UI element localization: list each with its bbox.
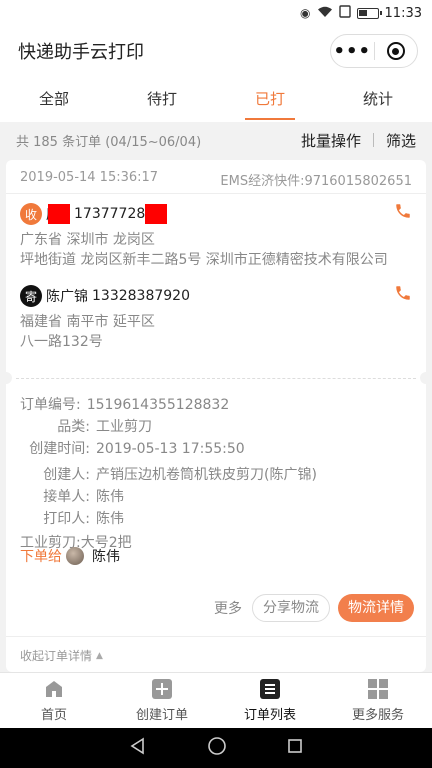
category-label: 品类: xyxy=(57,419,90,435)
order-no: 1519614355128832 xyxy=(86,397,230,413)
home-icon xyxy=(43,678,65,700)
nav-more-services[interactable]: 更多服务 xyxy=(324,673,432,728)
add-icon xyxy=(151,678,173,700)
receiver-badge: 收 xyxy=(20,203,42,225)
order-tabs: 全部 待打 已打 统计 xyxy=(0,76,432,122)
printer: 陈伟 xyxy=(96,511,124,527)
eye-icon: ◉ xyxy=(300,6,311,20)
nav-order-list[interactable]: 订单列表 xyxy=(216,673,324,728)
target-icon xyxy=(386,42,405,60)
assignee-row: 下单给 陈伟 xyxy=(20,546,120,566)
created-label: 创建时间: xyxy=(29,441,90,457)
assignee-name: 陈伟 xyxy=(92,549,120,565)
card-perforation xyxy=(0,372,432,384)
call-receiver-icon[interactable] xyxy=(394,202,412,225)
taker: 陈伟 xyxy=(96,489,124,505)
creator: 产销压边机卷筒机铁皮剪刀(陈广锦) xyxy=(96,467,317,483)
filter-button[interactable]: 筛选 xyxy=(386,130,416,151)
caret-up-icon: ▲ xyxy=(96,650,103,661)
sim-icon xyxy=(338,5,351,21)
list-icon xyxy=(259,678,281,700)
print-time: 2019-05-14 15:36:17 xyxy=(20,170,159,185)
redaction-mark xyxy=(145,204,168,224)
more-options-icon[interactable]: ••• xyxy=(331,41,374,62)
collapse-details-toggle[interactable]: 收起订单详情 ▲ xyxy=(6,636,426,674)
collapse-label: 收起订单详情 xyxy=(20,649,93,663)
order-count: 共 185 条订单 (04/15~06/04) xyxy=(16,134,202,150)
carrier-tracking: EMS经济快件:9716015802651 xyxy=(220,174,412,189)
nav-create-order-label: 创建订单 xyxy=(135,708,188,723)
nav-more-services-label: 更多服务 xyxy=(351,708,404,723)
recents-icon[interactable] xyxy=(287,738,303,758)
created-time: 2019-05-13 17:55:50 xyxy=(96,441,245,457)
tab-all[interactable]: 全部 xyxy=(0,76,108,122)
nav-order-list-label: 订单列表 xyxy=(243,708,296,723)
order-card-header: 2019-05-14 15:36:17 EMS经济快件:971601580265… xyxy=(6,160,426,194)
android-nav-bar xyxy=(0,728,432,768)
sender-badge: 寄 xyxy=(20,285,42,307)
sender-block: 寄 陈广锦 13328387920 福建省 南平市 延平区 八一路132号 xyxy=(20,284,412,352)
share-logistics-button[interactable]: 分享物流 xyxy=(252,594,330,622)
sender-name: 陈广锦 xyxy=(46,289,88,305)
order-details: 订单编号: 1519614355128832 品类: 工业剪刀 创建时间: 20… xyxy=(20,394,412,554)
order-card[interactable]: 2019-05-14 15:36:17 EMS经济快件:971601580265… xyxy=(0,160,432,674)
sender-region: 福建省 南平市 延平区 xyxy=(20,314,155,330)
avatar xyxy=(66,547,84,565)
status-time: 11:33 xyxy=(384,5,422,21)
creator-label: 创建人: xyxy=(43,467,90,483)
order-no-label: 订单编号: xyxy=(20,397,81,413)
nav-home-label: 首页 xyxy=(40,708,67,723)
batch-operation-button[interactable]: 批量操作 xyxy=(301,130,361,151)
app-header: 快递助手云打印 ••• xyxy=(0,26,432,76)
close-miniprogram-button[interactable] xyxy=(375,42,418,60)
more-button[interactable]: 更多 xyxy=(214,598,242,618)
redaction-mark xyxy=(48,204,70,224)
printer-label: 打印人: xyxy=(43,511,90,527)
assign-label: 下单给 xyxy=(20,549,62,565)
miniprogram-capsule: ••• xyxy=(330,34,418,68)
order-actions: 更多 分享物流 物流详情 xyxy=(214,594,414,622)
tab-statistics[interactable]: 统计 xyxy=(324,76,432,122)
nav-home[interactable]: 首页 xyxy=(0,673,108,728)
bottom-nav: 首页 创建订单 订单列表 更多服务 xyxy=(0,672,432,728)
sender-phone: 13328387920 xyxy=(92,288,190,304)
summary-bar: 共 185 条订单 (04/15~06/04) 批量操作 筛选 xyxy=(0,122,432,158)
receiver-phone: 17377728 xyxy=(74,206,146,222)
app-title: 快递助手云打印 xyxy=(18,42,144,63)
receiver-block: 收 唐 17377728 广东省 深圳市 龙岗区 坪地街道 龙岗区新丰二路5号 … xyxy=(20,202,412,270)
taker-label: 接单人: xyxy=(43,489,90,505)
home-circle-icon[interactable] xyxy=(207,736,227,760)
status-bar: ◉ 11:33 xyxy=(0,0,432,26)
battery-icon xyxy=(356,7,382,19)
receiver-address: 坪地街道 龙岗区新丰二路5号 深圳市正德精密技术有限公司 xyxy=(20,252,388,268)
nav-create-order[interactable]: 创建订单 xyxy=(108,673,216,728)
call-sender-icon[interactable] xyxy=(394,284,412,307)
tab-printed[interactable]: 已打 xyxy=(216,76,324,122)
logistics-detail-button[interactable]: 物流详情 xyxy=(338,594,414,622)
sender-address: 八一路132号 xyxy=(20,334,103,350)
back-icon[interactable] xyxy=(129,737,147,759)
tab-pending[interactable]: 待打 xyxy=(108,76,216,122)
receiver-region: 广东省 深圳市 龙岗区 xyxy=(20,232,155,248)
grid-icon xyxy=(367,678,389,700)
category: 工业剪刀 xyxy=(96,419,152,435)
wifi-icon xyxy=(317,6,333,21)
